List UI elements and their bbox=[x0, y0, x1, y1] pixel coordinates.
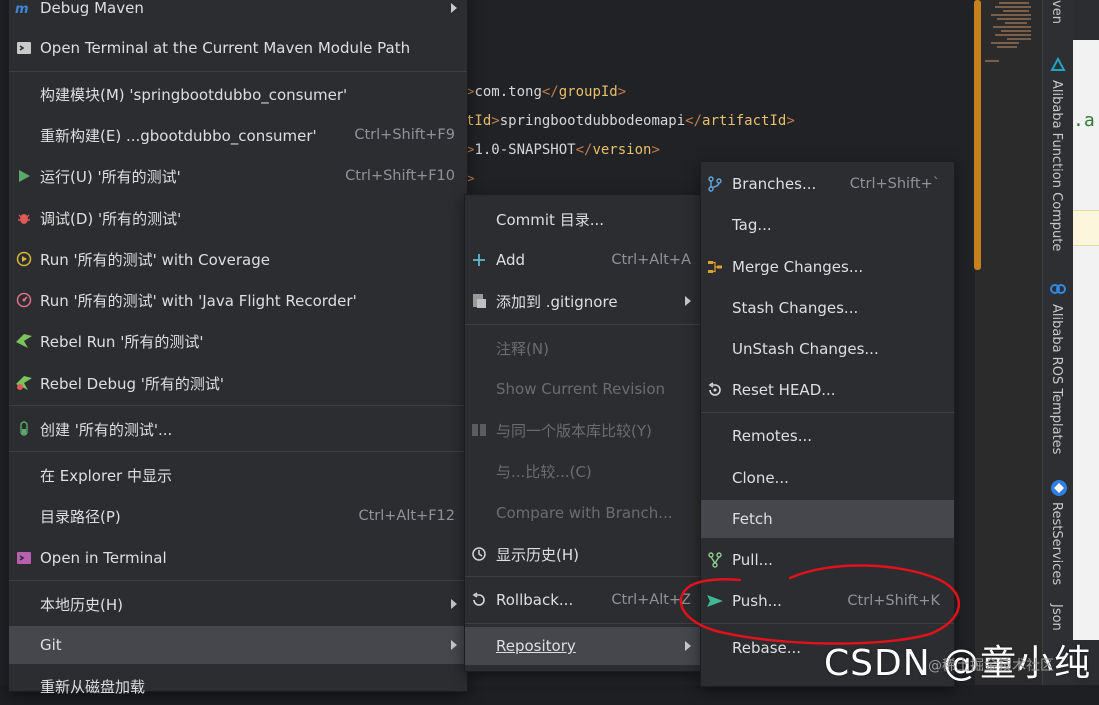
menu-item-compare-with-branch[interactable]: Compare with Branch... bbox=[465, 494, 701, 532]
tool-window-maven[interactable]: ven bbox=[1049, 0, 1064, 24]
menu-item-push[interactable]: Push... Ctrl+Shift+K bbox=[701, 582, 954, 620]
function-compute-icon bbox=[1050, 56, 1066, 71]
repository-submenu: Branches... Ctrl+Shift+` Tag... Merge Ch… bbox=[700, 161, 955, 687]
menu-item-reload-from-disk[interactable]: 重新从磁盘加载 bbox=[9, 667, 467, 705]
menu-item-create-tests[interactable]: 创建 '所有的测试'... bbox=[9, 410, 467, 448]
menu-item-run-tests[interactable]: 运行(U) '所有的测试' Ctrl+Shift+F10 bbox=[9, 157, 467, 195]
menu-item-show-history[interactable]: 显示历史(H) bbox=[465, 535, 701, 573]
menu-item-directory-path[interactable]: 目录路径(P) Ctrl+Alt+F12 bbox=[9, 497, 467, 535]
branch-icon bbox=[706, 175, 724, 193]
merge-icon bbox=[706, 258, 724, 276]
terminal-icon bbox=[15, 549, 33, 567]
menu-item-compare-same-repo[interactable]: 与同一个版本库比较(Y) bbox=[465, 411, 701, 449]
pull-icon bbox=[706, 551, 724, 569]
adjacent-window: .a bbox=[1073, 0, 1099, 685]
rebel-debug-icon bbox=[15, 374, 33, 392]
menu-item-branches[interactable]: Branches... Ctrl+Shift+` bbox=[701, 165, 954, 203]
rest-services-icon bbox=[1051, 480, 1067, 496]
menu-item-remotes[interactable]: Remotes... bbox=[701, 417, 954, 455]
menu-item-repository[interactable]: Repository bbox=[465, 627, 701, 665]
adjacent-window-text: .a bbox=[1073, 110, 1095, 131]
ros-templates-icon bbox=[1050, 284, 1066, 294]
menu-item-reset-head[interactable]: Reset HEAD... bbox=[701, 371, 954, 409]
watermark-sub: @稀土掘金技术社区 bbox=[928, 658, 1054, 674]
code-line-groupid: >com.tong</groupId> bbox=[466, 84, 627, 100]
maven-debug-icon: m bbox=[15, 0, 33, 17]
menu-item-rebuild[interactable]: 重新构建(E) ...gbootdubbo_consumer' Ctrl+Shi… bbox=[9, 116, 467, 154]
editor-scrollbar[interactable] bbox=[974, 0, 981, 270]
menu-item-commit-directory[interactable]: Commit 目录... bbox=[465, 200, 701, 238]
menu-item-show-in-explorer[interactable]: 在 Explorer 中显示 bbox=[9, 456, 467, 494]
menu-item-rebel-debug[interactable]: Rebel Debug '所有的测试' bbox=[9, 364, 467, 402]
tool-window-rest-services[interactable]: RestServices bbox=[1049, 502, 1064, 585]
tool-window-json[interactable]: Json bbox=[1049, 604, 1064, 631]
flight-recorder-icon bbox=[15, 291, 33, 309]
menu-item-tag[interactable]: Tag... bbox=[701, 206, 954, 244]
menu-item-compare-with[interactable]: 与...比较...(C) bbox=[465, 452, 701, 490]
menu-item-build-module[interactable]: 构建模块(M) 'springbootdubbo_consumer' bbox=[9, 75, 467, 113]
test-tube-icon bbox=[15, 420, 33, 438]
menu-item-run-flight-recorder[interactable]: Run '所有的测试' with 'Java Flight Recorder' bbox=[9, 281, 467, 319]
gitignore-icon bbox=[470, 292, 488, 310]
push-icon bbox=[706, 592, 724, 610]
compare-icon bbox=[470, 421, 488, 439]
menu-item-open-in-terminal[interactable]: Open in Terminal bbox=[9, 539, 467, 577]
tool-window-ros-templates[interactable]: Alibaba ROS Templates bbox=[1049, 304, 1064, 454]
plus-icon bbox=[470, 251, 488, 269]
menu-item-git[interactable]: Git bbox=[9, 626, 467, 664]
reset-icon bbox=[706, 381, 724, 399]
menu-item-annotate[interactable]: 注释(N) bbox=[465, 329, 701, 367]
menu-item-debug-tests[interactable]: 调试(D) '所有的测试' bbox=[9, 199, 467, 237]
menu-item-rebel-run[interactable]: Rebel Run '所有的测试' bbox=[9, 322, 467, 360]
menu-item-merge-changes[interactable]: Merge Changes... bbox=[701, 248, 954, 286]
menu-item-rollback[interactable]: Rollback... Ctrl+Alt+Z bbox=[465, 581, 701, 619]
menu-item-pull[interactable]: Pull... bbox=[701, 541, 954, 579]
run-icon bbox=[15, 167, 33, 185]
menu-item-clone[interactable]: Clone... bbox=[701, 459, 954, 497]
history-icon bbox=[470, 545, 488, 563]
menu-item-local-history[interactable]: 本地历史(H) bbox=[9, 585, 467, 623]
menu-item-unstash-changes[interactable]: UnStash Changes... bbox=[701, 330, 954, 368]
rebel-run-icon bbox=[15, 332, 33, 350]
project-context-menu: m Debug Maven Open Terminal at the Curre… bbox=[8, 0, 468, 696]
menu-item-add-to-gitignore[interactable]: 添加到 .gitignore bbox=[465, 282, 701, 320]
code-line-artifactid: tId>springbootdubbodeomapi</artifactId> bbox=[466, 113, 795, 129]
menu-item-debug-maven[interactable]: m Debug Maven bbox=[9, 0, 467, 27]
code-line-version: >1.0-SNAPSHOT</version> bbox=[466, 142, 660, 158]
minimap bbox=[985, 2, 1031, 62]
terminal-icon bbox=[15, 39, 33, 57]
menu-item-fetch[interactable]: Fetch bbox=[701, 500, 954, 538]
debug-icon bbox=[15, 209, 33, 227]
menu-item-add[interactable]: Add Ctrl+Alt+A bbox=[465, 241, 701, 279]
svg-text:m: m bbox=[15, 2, 29, 16]
menu-item-stash-changes[interactable]: Stash Changes... bbox=[701, 289, 954, 327]
menu-item-open-terminal-maven[interactable]: Open Terminal at the Current Maven Modul… bbox=[9, 29, 467, 67]
rollback-icon bbox=[470, 591, 488, 609]
git-submenu: Commit 目录... Add Ctrl+Alt+A 添加到 .gitigno… bbox=[464, 194, 702, 672]
menu-item-show-current-revision[interactable]: Show Current Revision bbox=[465, 370, 701, 408]
menu-item-run-coverage[interactable]: Run '所有的测试' with Coverage bbox=[9, 240, 467, 278]
tool-window-function-compute[interactable]: Alibaba Function Compute bbox=[1049, 80, 1064, 251]
coverage-icon bbox=[15, 250, 33, 268]
